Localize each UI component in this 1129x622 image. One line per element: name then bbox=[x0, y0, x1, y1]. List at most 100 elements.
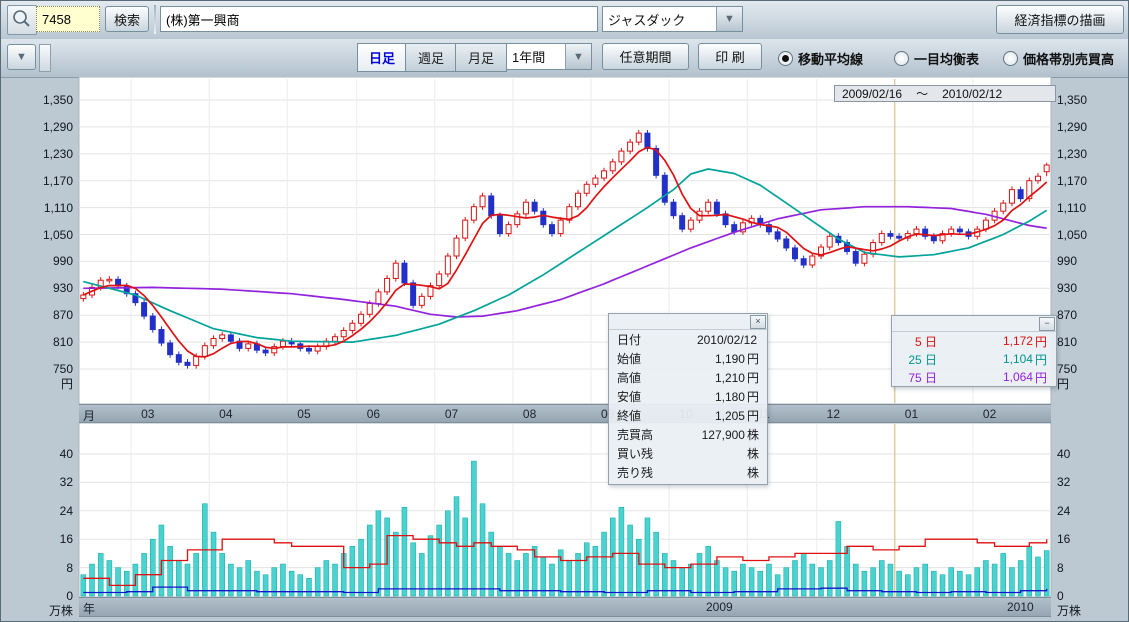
month-label: 01 bbox=[905, 407, 918, 421]
range-select[interactable]: 1年間 ▼ bbox=[506, 43, 592, 70]
tooltip-row-volume: 売買高127,900株 bbox=[609, 425, 767, 444]
year-axis-prefix: 年 bbox=[83, 600, 95, 617]
tooltip-row-high: 高値1,210円 bbox=[609, 368, 767, 387]
price-axis-label-right: 1,170 bbox=[1057, 174, 1087, 188]
collapsed-strip bbox=[39, 44, 51, 72]
price-axis-label-right: 930 bbox=[1057, 281, 1077, 295]
volume-axis-label-right: 32 bbox=[1057, 475, 1070, 489]
month-label: 08 bbox=[523, 407, 536, 421]
dropdown-toggle-button[interactable]: ▼ bbox=[7, 44, 36, 70]
price-unit-left: 円 bbox=[1, 375, 73, 392]
price-axis-label-right: 990 bbox=[1057, 254, 1077, 268]
volume-axis-label-right: 24 bbox=[1057, 504, 1070, 518]
radio-volume-by-price[interactable]: 価格帯別売買高 bbox=[1003, 49, 1114, 68]
tooltip-row-date: 日付2010/02/12 bbox=[609, 330, 767, 349]
month-label: 04 bbox=[219, 407, 232, 421]
ohlc-tooltip: × 日付2010/02/12 始値1,190円 高値1,210円 安値1,180… bbox=[608, 313, 768, 485]
chevron-down-icon[interactable]: ▼ bbox=[716, 7, 742, 31]
radio-label: 一目均衡表 bbox=[914, 49, 979, 68]
market-select[interactable]: ジャスダック ▼ bbox=[602, 6, 743, 32]
tab-weekly[interactable]: 週足 bbox=[405, 43, 457, 72]
tooltip-row-margin-buy: 買い残株 bbox=[609, 444, 767, 463]
stock-name-input[interactable] bbox=[160, 6, 598, 32]
print-button[interactable]: 印 刷 bbox=[698, 43, 762, 70]
volume-axis-label-left: 32 bbox=[1, 475, 73, 489]
price-axis-label-right: 750 bbox=[1057, 362, 1077, 376]
legend-header: − bbox=[892, 316, 1056, 332]
radio-icon bbox=[1003, 51, 1018, 66]
volume-axis-label-left: 40 bbox=[1, 447, 73, 461]
price-axis-label-left: 930 bbox=[1, 281, 73, 295]
search-icon bbox=[8, 19, 34, 36]
year-label-2009: 2009 bbox=[706, 600, 733, 614]
volume-axis-label-right: 16 bbox=[1057, 532, 1070, 546]
search-button[interactable]: 検索 bbox=[105, 6, 149, 32]
price-axis-label-left: 810 bbox=[1, 335, 73, 349]
close-icon[interactable]: × bbox=[750, 315, 766, 329]
month-label: 05 bbox=[297, 407, 310, 421]
volume-unit-left: 万株 bbox=[1, 602, 73, 619]
month-label: 02 bbox=[983, 407, 996, 421]
radio-label: 価格帯別売買高 bbox=[1023, 49, 1114, 68]
volume-axis-label-left: 24 bbox=[1, 504, 73, 518]
toolbar-divider bbox=[154, 5, 156, 34]
radio-icon bbox=[894, 51, 909, 66]
price-axis-label-right: 1,230 bbox=[1057, 147, 1087, 161]
price-axis-label-right: 870 bbox=[1057, 308, 1077, 322]
chevron-down-icon: ▼ bbox=[16, 51, 27, 63]
stock-code-input[interactable] bbox=[36, 6, 100, 32]
month-label: 07 bbox=[445, 407, 458, 421]
range-select-value: 1年間 bbox=[507, 44, 565, 69]
price-axis-label-right: 1,350 bbox=[1057, 93, 1087, 107]
price-axis-label-right: 1,050 bbox=[1057, 228, 1087, 242]
radio-icon bbox=[778, 51, 793, 66]
tooltip-row-open: 始値1,190円 bbox=[609, 349, 767, 368]
price-axis-label-right: 810 bbox=[1057, 335, 1077, 349]
volume-unit-right: 万株 bbox=[1057, 602, 1081, 619]
volume-axis-label-right: 40 bbox=[1057, 447, 1070, 461]
ma-legend-box: − 5 日1,172円 25 日1,104円 75 日1,064円 bbox=[891, 315, 1057, 387]
tooltip-row-margin-sell: 売り残株 bbox=[609, 463, 767, 482]
volume-axis-label-right: 8 bbox=[1057, 561, 1064, 575]
price-axis-label-right: 1,110 bbox=[1057, 201, 1086, 215]
price-axis-label-left: 870 bbox=[1, 308, 73, 322]
legend-row-ma25: 25 日1,104円 bbox=[892, 350, 1056, 368]
tooltip-header: × bbox=[609, 314, 767, 330]
date-range-end: 2010/02/12 bbox=[942, 87, 1002, 101]
month-axis-strip: 月 030405060708091011120102 bbox=[79, 404, 1051, 423]
month-label: 06 bbox=[367, 407, 380, 421]
tooltip-row-close: 終値1,205円 bbox=[609, 406, 767, 425]
toolbar-top: 検索 ジャスダック ▼ 経済指標の描画 bbox=[1, 1, 1129, 40]
price-axis-label-left: 1,290 bbox=[1, 120, 73, 134]
minimize-icon[interactable]: − bbox=[1039, 317, 1055, 331]
tab-daily[interactable]: 日足 bbox=[357, 43, 407, 72]
radio-label: 移動平均線 bbox=[798, 49, 863, 68]
month-axis-prefix: 月 bbox=[83, 407, 95, 424]
year-label-2010: 2010 bbox=[1007, 600, 1034, 614]
chevron-down-icon[interactable]: ▼ bbox=[565, 44, 591, 69]
price-axis-label-left: 990 bbox=[1, 254, 73, 268]
legend-row-ma5: 5 日1,172円 bbox=[892, 332, 1056, 350]
volume-axis-label-left: 0 bbox=[1, 589, 73, 603]
price-axis-label-left: 1,230 bbox=[1, 147, 73, 161]
volume-axis-label-right: 0 bbox=[1057, 589, 1064, 603]
date-range-box: 2009/02/16 ～ 2010/02/12 bbox=[834, 85, 1056, 102]
date-range-start: 2009/02/16 bbox=[842, 87, 902, 101]
radio-ichimoku[interactable]: 一目均衡表 bbox=[894, 49, 979, 68]
year-axis-strip: 年 2009 2010 bbox=[79, 597, 1051, 617]
price-axis-label-left: 1,170 bbox=[1, 174, 73, 188]
date-range-separator: ～ bbox=[916, 85, 928, 102]
tab-monthly[interactable]: 月足 bbox=[455, 43, 507, 72]
volume-axis-label-left: 8 bbox=[1, 561, 73, 575]
magnifier-panel[interactable] bbox=[7, 5, 37, 35]
custom-period-button[interactable]: 任意期間 bbox=[602, 43, 689, 70]
price-axis-label-left: 1,350 bbox=[1, 93, 73, 107]
legend-row-ma75: 75 日1,064円 bbox=[892, 368, 1056, 386]
market-select-value: ジャスダック bbox=[603, 7, 716, 31]
toolbar-second: ▼ 日足 週足 月足 1年間 ▼ 任意期間 印 刷 移動平均線 一目均衡表 価格… bbox=[1, 39, 1129, 78]
draw-economic-indicators-button[interactable]: 経済指標の描画 bbox=[996, 5, 1124, 34]
volume-axis-label-left: 16 bbox=[1, 532, 73, 546]
month-label: 12 bbox=[827, 407, 840, 421]
radio-moving-average[interactable]: 移動平均線 bbox=[778, 49, 863, 68]
tooltip-row-low: 安値1,180円 bbox=[609, 387, 767, 406]
